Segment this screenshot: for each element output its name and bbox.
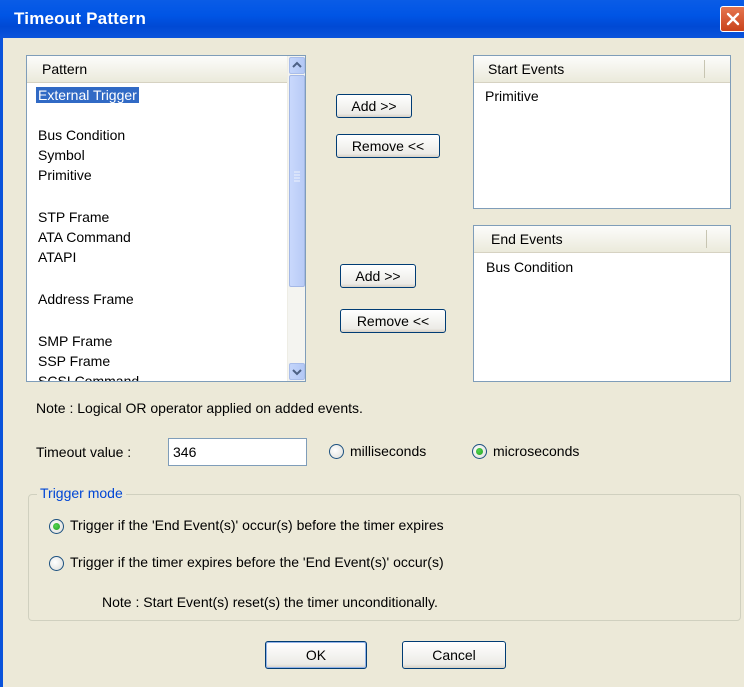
microseconds-label[interactable]: microseconds — [493, 443, 579, 459]
trigger-end-events-radio[interactable] — [49, 519, 64, 534]
end-events-header[interactable]: End Events — [474, 226, 730, 253]
list-item[interactable]: Bus Condition — [38, 127, 125, 143]
list-item[interactable]: Bus Condition — [486, 259, 573, 275]
title-bar[interactable]: Timeout Pattern — [0, 0, 744, 38]
trigger-end-events-label[interactable]: Trigger if the 'End Event(s)' occur(s) b… — [70, 517, 444, 533]
remove-end-event-button[interactable]: Remove << — [340, 309, 446, 333]
milliseconds-label[interactable]: milliseconds — [350, 443, 426, 459]
scroll-thumb[interactable] — [289, 75, 305, 287]
list-item[interactable]: Address Frame — [38, 291, 134, 307]
ok-button[interactable]: OK — [265, 641, 367, 669]
end-events-column-header: End Events — [491, 231, 563, 247]
remove-start-event-button[interactable]: Remove << — [336, 134, 440, 158]
list-item[interactable]: SCSI Command — [38, 373, 139, 381]
list-item[interactable]: ATAPI — [38, 249, 76, 265]
pattern-list-scrollbar[interactable] — [287, 56, 305, 381]
list-item[interactable]: Primitive — [38, 167, 92, 183]
chevron-up-icon — [292, 61, 302, 68]
milliseconds-radio[interactable] — [329, 444, 344, 459]
close-icon — [726, 12, 740, 26]
column-separator — [706, 230, 707, 248]
list-item[interactable]: ATA Command — [38, 229, 131, 245]
trigger-timer-expires-radio[interactable] — [49, 556, 64, 571]
trigger-timer-expires-label[interactable]: Trigger if the timer expires before the … — [70, 554, 444, 570]
list-item[interactable]: STP Frame — [38, 209, 109, 225]
end-events-list[interactable]: End Events Bus Condition — [473, 225, 731, 382]
window-title: Timeout Pattern — [14, 9, 147, 28]
close-button[interactable] — [720, 6, 744, 32]
add-start-event-button[interactable]: Add >> — [336, 94, 412, 118]
scroll-up-button[interactable] — [289, 57, 305, 74]
start-events-list[interactable]: Start Events Primitive — [473, 55, 731, 209]
list-item[interactable]: Primitive — [485, 88, 539, 104]
microseconds-radio[interactable] — [472, 444, 487, 459]
dialog-client-area: Pattern External Trigger Bus Condition S… — [0, 38, 744, 687]
timeout-value-input[interactable]: 346 — [168, 438, 307, 466]
list-item[interactable]: SSP Frame — [38, 353, 110, 369]
pattern-list[interactable]: Pattern External Trigger Bus Condition S… — [26, 55, 306, 382]
pattern-list-header[interactable]: Pattern — [27, 56, 287, 83]
list-item[interactable]: External Trigger — [36, 87, 139, 103]
chevron-down-icon — [292, 369, 302, 376]
logical-or-note: Note : Logical OR operator applied on ad… — [36, 400, 363, 416]
cancel-button[interactable]: Cancel — [402, 641, 506, 669]
timeout-label: Timeout value : — [36, 444, 132, 460]
list-item[interactable]: Symbol — [38, 147, 85, 163]
scroll-down-button[interactable] — [289, 363, 305, 380]
column-separator — [704, 60, 705, 78]
pattern-column-header: Pattern — [42, 61, 88, 77]
timer-reset-note: Note : Start Event(s) reset(s) the timer… — [102, 594, 438, 610]
start-events-column-header: Start Events — [488, 61, 565, 77]
list-item[interactable]: SMP Frame — [38, 333, 112, 349]
start-events-header[interactable]: Start Events — [474, 56, 730, 83]
add-end-event-button[interactable]: Add >> — [340, 264, 416, 288]
grip-icon — [294, 171, 300, 182]
trigger-mode-title: Trigger mode — [37, 485, 126, 501]
